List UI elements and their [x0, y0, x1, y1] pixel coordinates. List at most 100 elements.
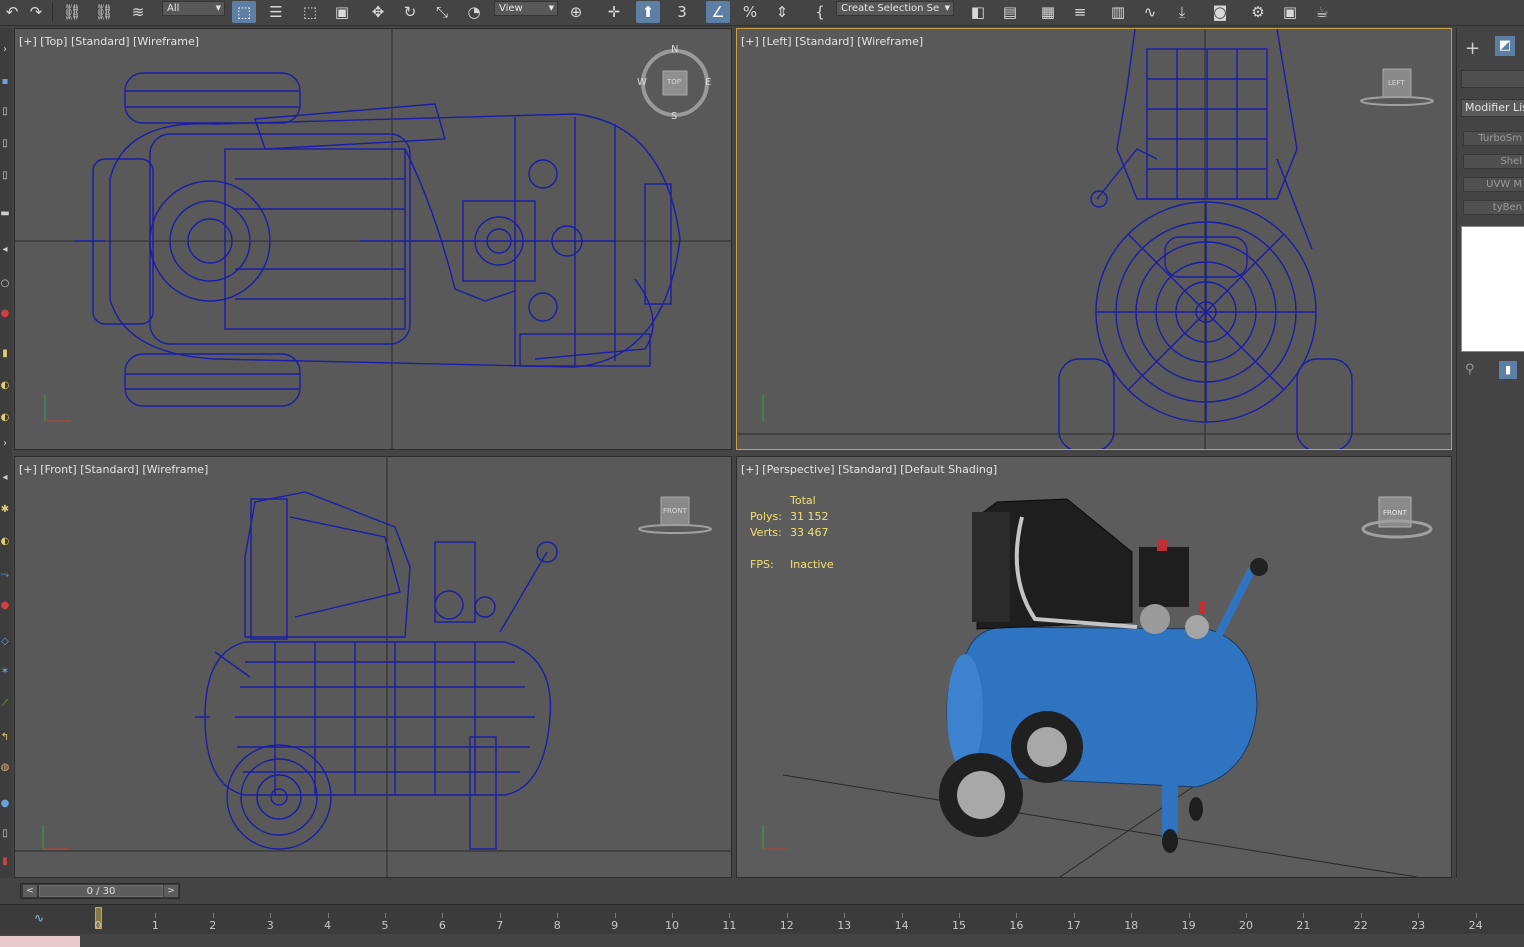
- layer-explorer-icon[interactable]: ≡: [1068, 1, 1092, 23]
- tool-icon[interactable]: ✶: [0, 666, 10, 678]
- show-end-result-icon[interactable]: ▮: [1499, 361, 1517, 379]
- viewport-front[interactable]: [+] [Front] [Standard] [Wireframe] FRONT: [14, 456, 732, 878]
- tool-icon[interactable]: ◇: [0, 636, 10, 648]
- tool-icon[interactable]: ◂: [0, 472, 10, 484]
- render-production-icon[interactable]: ☕: [1310, 1, 1334, 23]
- tool-icon[interactable]: ▯: [0, 106, 10, 118]
- viewport-label[interactable]: [+] [Perspective] [Standard] [Default Sh…: [741, 463, 997, 476]
- tool-icon[interactable]: ›: [0, 44, 10, 56]
- bind-spacewarp-icon[interactable]: ≋: [126, 1, 150, 23]
- viewport-label[interactable]: [+] [Top] [Standard] [Wireframe]: [19, 35, 199, 48]
- modifier-stack[interactable]: [1461, 226, 1524, 352]
- tool-icon[interactable]: ↰: [0, 732, 10, 744]
- tool-icon[interactable]: ⤳: [0, 570, 10, 582]
- redo-icon[interactable]: ↷: [24, 1, 48, 23]
- prev-frame-button[interactable]: <: [23, 885, 37, 897]
- named-selection-dropdown[interactable]: Create Selection Se ▼: [836, 1, 954, 16]
- stats-fps-value: Inactive: [790, 558, 834, 571]
- track-bar[interactable]: ∿ 0 1 2 3 4 5 6 7 8 9 10 11 12 13 14 15 16 17 18 19 20 21 22 23…: [0, 904, 1524, 934]
- tool-icon[interactable]: ◐: [0, 412, 10, 424]
- link-icon[interactable]: ⛓: [60, 1, 84, 23]
- tool-icon[interactable]: ●: [0, 308, 10, 320]
- tool-icon[interactable]: ●: [0, 600, 10, 612]
- tool-icon[interactable]: ▯: [0, 828, 10, 840]
- track-tick-mark: [270, 913, 272, 918]
- window-crossing-icon[interactable]: ▣: [330, 1, 354, 23]
- viewcube-face[interactable]: FRONT: [1383, 509, 1407, 517]
- track-tick-label: 11: [722, 919, 737, 932]
- select-place-icon[interactable]: ◔: [462, 1, 486, 23]
- select-by-name-icon[interactable]: ☰: [264, 1, 288, 23]
- track-tick-mark: [614, 913, 616, 918]
- modify-tab-icon[interactable]: ◩: [1495, 36, 1515, 56]
- viewport-left[interactable]: [+] [Left] [Standard] [Wireframe] LEFT: [736, 28, 1452, 450]
- viewcube-face[interactable]: TOP: [667, 78, 681, 86]
- tool-icon[interactable]: ○: [0, 278, 10, 290]
- rendered-frame-icon[interactable]: ▣: [1278, 1, 1302, 23]
- viewport-label[interactable]: [+] [Front] [Standard] [Wireframe]: [19, 463, 208, 476]
- curve-editor-icon[interactable]: ∿: [1138, 1, 1162, 23]
- mirror-icon[interactable]: ◧: [966, 1, 990, 23]
- undo-icon[interactable]: ↶: [0, 1, 24, 23]
- tool-icon[interactable]: ▮: [0, 856, 10, 868]
- modifier-list-dropdown[interactable]: Modifier List: [1461, 99, 1524, 117]
- scale-icon[interactable]: ⤡: [430, 1, 454, 23]
- pin-stack-icon[interactable]: ⚲: [1465, 362, 1475, 377]
- tool-icon[interactable]: ▯: [0, 170, 10, 182]
- reference-coord-dropdown[interactable]: View ▼: [494, 1, 558, 16]
- selection-filter-dropdown[interactable]: All ▼: [162, 1, 225, 16]
- viewcube-face[interactable]: LEFT: [1388, 79, 1405, 87]
- align-icon[interactable]: ▤: [998, 1, 1022, 23]
- maxscript-listener[interactable]: [0, 936, 80, 947]
- schematic-view-icon[interactable]: ⤓: [1170, 1, 1194, 23]
- modifier-button[interactable]: TurboSm: [1463, 131, 1524, 146]
- viewport-top[interactable]: [+] [Top] [Standard] [Wireframe] TOP N S…: [14, 28, 732, 450]
- edit-named-selection-icon[interactable]: {: [808, 1, 832, 23]
- tool-icon[interactable]: ▯: [0, 138, 10, 150]
- modifier-button[interactable]: tyBen: [1463, 200, 1524, 215]
- angle-snap-icon[interactable]: ∠: [706, 1, 730, 23]
- tool-icon[interactable]: ◐: [0, 380, 10, 392]
- object-name-field[interactable]: [1461, 70, 1524, 88]
- next-frame-button[interactable]: >: [164, 885, 178, 897]
- tool-icon[interactable]: ▮: [0, 348, 10, 360]
- create-tab-icon[interactable]: +: [1465, 38, 1480, 59]
- modifier-button[interactable]: UVW M: [1463, 177, 1524, 192]
- time-slider[interactable]: < 0 / 30 >: [20, 883, 180, 899]
- tool-icon[interactable]: ⟋: [0, 698, 10, 710]
- tool-icon[interactable]: ◐: [0, 536, 10, 548]
- move-icon[interactable]: ✥: [366, 1, 390, 23]
- keyboard-shortcut-icon[interactable]: ⬆: [636, 1, 660, 23]
- rotate-icon[interactable]: ↻: [398, 1, 422, 23]
- track-tick-mark: [729, 913, 731, 918]
- curve-editor-mini-icon[interactable]: ∿: [34, 911, 44, 925]
- compass-east: E: [705, 77, 712, 88]
- tool-icon[interactable]: ●: [0, 798, 10, 810]
- select-object-icon[interactable]: ⬚: [232, 1, 256, 23]
- chevron-down-icon: ▼: [944, 4, 950, 12]
- snaps-toggle-icon[interactable]: 3: [670, 1, 694, 23]
- ribbon-icon[interactable]: ▥: [1106, 1, 1130, 23]
- viewcube-face[interactable]: FRONT: [663, 507, 687, 515]
- tool-icon[interactable]: ▪: [0, 76, 10, 88]
- tool-icon[interactable]: ◍: [0, 762, 10, 774]
- track-tick-mark: [1360, 913, 1362, 918]
- track-tick-mark: [212, 913, 214, 918]
- render-setup-icon[interactable]: ⚙: [1246, 1, 1270, 23]
- viewport-label[interactable]: [+] [Left] [Standard] [Wireframe]: [741, 35, 923, 48]
- tool-icon[interactable]: ▬: [0, 208, 10, 220]
- spinner-snap-icon[interactable]: ⇕: [770, 1, 794, 23]
- unlink-icon[interactable]: ⛓: [92, 1, 116, 23]
- tool-icon[interactable]: ✱: [0, 504, 10, 516]
- modifier-button[interactable]: Shel: [1463, 154, 1524, 169]
- percent-snap-icon[interactable]: %: [738, 1, 762, 23]
- tool-icon[interactable]: ›: [0, 438, 10, 450]
- tool-icon[interactable]: ◂: [0, 244, 10, 256]
- select-manipulate-icon[interactable]: ✛: [602, 1, 626, 23]
- pivot-center-icon[interactable]: ⊕: [564, 1, 588, 23]
- viewport-perspective[interactable]: [+] [Perspective] [Standard] [Default Sh…: [736, 456, 1452, 878]
- material-editor-icon[interactable]: ◙: [1208, 1, 1232, 23]
- rectangle-selection-icon[interactable]: ⬚: [298, 1, 322, 23]
- scene-explorer-icon[interactable]: ▦: [1036, 1, 1060, 23]
- time-slider-knob[interactable]: 0 / 30: [39, 885, 163, 897]
